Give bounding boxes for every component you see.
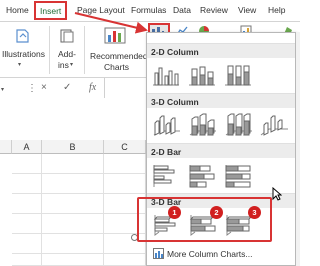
section-2d-bar: 2-D Bar [147,143,295,158]
worksheet-grid[interactable]: A B C [0,140,146,266]
formula-bar-dots-icon: ⋮ [27,83,37,94]
recommended-charts-button[interactable]: Recommended Charts [88,24,148,76]
addins-label-line2: ins [58,60,69,70]
clustered-column-icon [153,67,179,86]
cell[interactable] [42,254,104,266]
illustrations-icon [16,29,29,43]
cell[interactable] [12,234,42,254]
cell[interactable] [42,174,104,194]
100-stacked-column-button[interactable] [223,63,253,89]
column-header-a[interactable]: A [12,140,42,154]
tab-page-layout[interactable]: Page Layout [77,5,125,15]
illustrations-caret-icon: ▾ [18,62,22,68]
addins-button[interactable]: Add- ins ▾ [54,24,82,74]
3d-clustered-column-button[interactable] [151,113,181,139]
clustered-bar-icon [153,165,175,187]
3d-100-stacked-column-icon [225,113,252,136]
3d-column-icon [260,115,288,136]
cell[interactable] [12,214,42,234]
tab-review[interactable]: Review [200,5,228,15]
column-header-c[interactable]: C [104,140,146,154]
3d-100-stacked-column-button[interactable] [223,113,253,139]
100-stacked-bar-button[interactable] [223,163,253,189]
ribbon-separator [84,26,85,74]
name-box-caret-icon[interactable]: ▾ [1,86,4,93]
cell[interactable] [42,194,104,214]
cell[interactable] [12,174,42,194]
badge-1: 1 [168,206,181,219]
3d-clustered-column-icon [153,115,180,136]
clustered-bar-button[interactable] [151,163,181,189]
3d-column-button[interactable] [259,113,289,139]
enter-icon[interactable]: ✓ [63,82,71,93]
cell[interactable] [12,194,42,214]
formula-input[interactable] [104,78,146,98]
cell[interactable] [42,214,104,234]
column-header-b[interactable]: B [42,140,104,154]
more-charts-icon [153,248,164,259]
stacked-column-button[interactable] [187,63,217,89]
illustrations-label: Illustrations [2,49,45,59]
select-all-corner[interactable] [0,140,12,154]
badge-3: 3 [248,206,261,219]
vertical-scrollbar[interactable] [296,32,300,266]
mouse-cursor-icon [272,187,282,201]
recommended-charts-label-line2: Charts [104,62,130,72]
section-2d-column: 2-D Column [147,43,295,58]
cancel-icon[interactable]: × [41,82,47,93]
badge-2: 2 [210,206,223,219]
insert-function-icon[interactable]: fx [89,82,96,93]
cell[interactable] [104,174,146,194]
more-column-charts-link[interactable]: More Column Charts... [167,249,253,259]
cell[interactable] [12,154,42,174]
addins-label-line1: Add- [58,49,76,59]
ribbon-tab-bar: Home Insert Page Layout Formulas Data Re… [0,0,300,22]
cell[interactable] [42,234,104,254]
tab-home[interactable]: Home [6,5,29,15]
100-stacked-column-icon [225,65,251,86]
ribbon-separator [49,26,50,74]
recommended-charts-label-line1: Recommended [90,51,148,61]
3d-bar-highlight [137,197,272,242]
clustered-column-button[interactable] [151,63,181,89]
tab-help[interactable]: Help [268,5,285,15]
recommended-charts-icon [104,27,126,44]
stacked-bar-icon [189,165,215,188]
cell[interactable] [42,154,104,174]
3d-stacked-column-button[interactable] [187,113,217,139]
tab-view[interactable]: View [238,5,256,15]
tab-insert[interactable]: Insert [34,1,68,20]
cell[interactable] [104,254,146,266]
stacked-column-icon [189,66,215,86]
addins-icon [60,29,74,43]
stacked-bar-button[interactable] [187,163,217,189]
100-stacked-bar-icon [225,165,251,188]
tab-data[interactable]: Data [173,5,191,15]
cell[interactable] [104,154,146,174]
section-3d-column: 3-D Column [147,93,295,108]
3d-stacked-column-icon [189,113,216,136]
addins-caret-icon: ▾ [70,62,74,68]
tab-formulas[interactable]: Formulas [131,5,166,15]
cell[interactable] [12,254,42,266]
illustrations-button[interactable]: Illustrations ▾ [0,24,45,74]
